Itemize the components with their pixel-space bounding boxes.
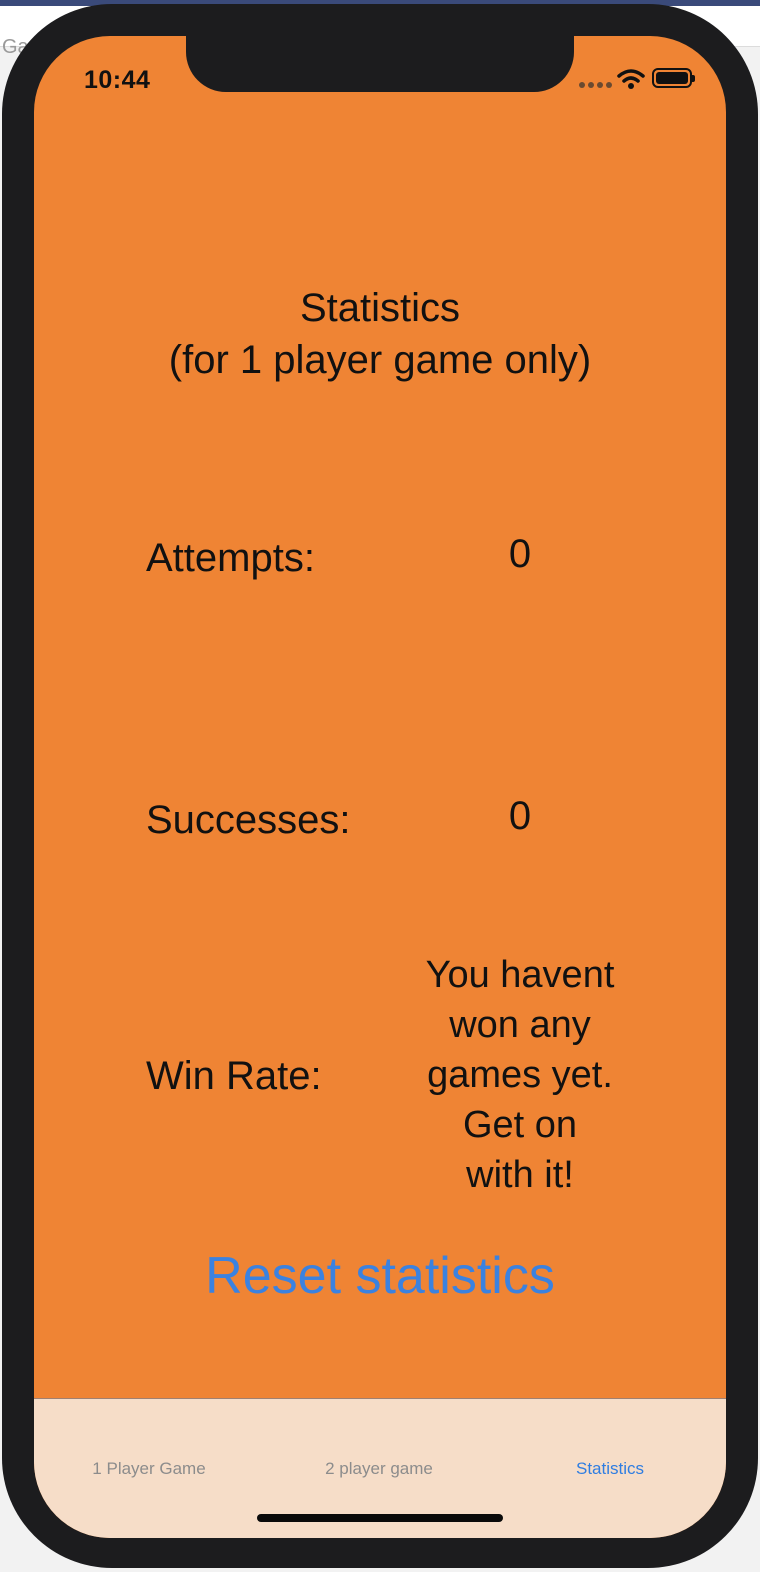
tab-2-player-game[interactable]: 2 player game [264,1459,494,1479]
app-screen: 10:44 Statistics (for 1 player game only… [34,36,726,1538]
win-rate-message: You havent won any games yet. Get on wit… [404,950,636,1200]
successes-value: 0 [508,794,532,838]
attempts-label: Attempts: [146,536,315,580]
tab-statistics[interactable]: Statistics [495,1459,725,1479]
reset-statistics-button[interactable]: Reset statistics [34,1246,726,1306]
win-rate-message-line: with it! [466,1154,574,1196]
wifi-icon [617,69,645,89]
title-line-1: Statistics [299,286,461,330]
phone-frame: 10:44 Statistics (for 1 player game only… [2,4,758,1568]
battery-icon [652,68,695,88]
cellular-signal-icon [579,82,612,88]
status-time: 10:44 [84,66,151,94]
successes-label: Successes: [146,798,351,842]
attempts-value: 0 [508,532,532,576]
tab-1-player-game[interactable]: 1 Player Game [34,1459,264,1479]
notch [186,36,574,92]
win-rate-message-line: games yet. [427,1054,613,1096]
title-line-2: (for 1 player game only) [168,338,592,382]
home-indicator[interactable] [257,1514,503,1522]
win-rate-message-line: You havent [425,954,615,996]
page-title: Statistics (for 1 player game only) [34,282,726,386]
win-rate-label: Win Rate: [146,1054,322,1098]
win-rate-message-line: Get on [462,1104,578,1146]
win-rate-message-line: won any [449,1004,591,1046]
